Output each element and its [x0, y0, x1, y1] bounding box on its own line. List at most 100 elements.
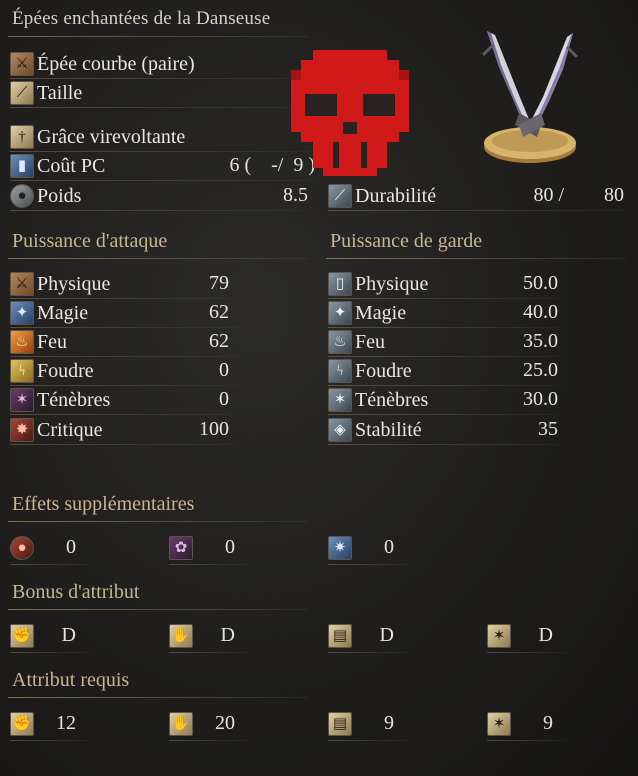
guard-row: ✶ Ténèbres 30.0	[328, 386, 560, 415]
guard-heading: Puissance de garde	[330, 230, 483, 252]
dexterity-icon: ✋	[169, 624, 193, 648]
attack-value: 62	[209, 330, 229, 352]
weapon-image	[481, 31, 579, 163]
effect-cell: ✿ 0	[169, 533, 249, 565]
slash-icon: ⟋	[10, 81, 34, 105]
guard-value: 35	[538, 418, 558, 440]
guard-divider	[326, 258, 626, 259]
requirement-cell: ▤ 9	[328, 709, 408, 741]
effects-divider	[8, 521, 308, 522]
attack-power-heading: Puissance d'attaque	[12, 230, 168, 252]
guard-value: 35.0	[523, 330, 558, 352]
intelligence-icon: ▤	[328, 712, 352, 736]
weight-row: ● Poids 8.5	[10, 182, 308, 211]
guard-label: Stabilité	[355, 418, 422, 441]
guard-row: ♨ Feu 35.0	[328, 328, 560, 357]
guard-row: ◈ Stabilité 35	[328, 416, 560, 445]
faith-icon: ✶	[487, 712, 511, 736]
strength-icon: ✊	[10, 712, 34, 736]
attack-label: Magie	[37, 301, 89, 324]
lightning-guard-icon: ϟ	[328, 359, 352, 383]
guard-label: Foudre	[355, 359, 412, 382]
attack-type-label: Taille	[37, 81, 83, 104]
scaling-cell: ▤ D	[328, 621, 408, 653]
attack-label: Foudre	[37, 359, 94, 382]
requirement-value: 20	[215, 712, 235, 734]
physical-guard-icon: ▯	[328, 272, 352, 296]
attack-value: 0	[219, 388, 229, 410]
skill-row: † Grâce virevoltante	[10, 123, 310, 152]
effect-value: 0	[384, 536, 394, 558]
durability-max: 80	[604, 184, 624, 206]
effect-value: 0	[66, 536, 76, 558]
weight-label: Poids	[37, 184, 82, 207]
poison-icon: ✿	[169, 536, 193, 560]
weight-value: 8.5	[283, 184, 308, 206]
magic-guard-icon: ✦	[328, 301, 352, 325]
fp-cost-label: Coût PC	[37, 154, 106, 177]
weight-icon: ●	[10, 184, 34, 208]
attack-row: ♨ Feu 62	[10, 328, 238, 357]
requirement-value: 9	[384, 712, 394, 734]
attack-value: 79	[209, 272, 229, 294]
weapon-type-label: Épée courbe (paire)	[37, 52, 195, 75]
guard-row: ▯ Physique 50.0	[328, 270, 560, 299]
requirements-divider	[8, 697, 308, 698]
scaling-value: D	[538, 624, 553, 646]
physical-attack-icon: ⚔	[10, 272, 34, 296]
skill-icon: †	[10, 125, 34, 149]
scaling-cell: ✊ D	[10, 621, 90, 653]
scaling-value: D	[379, 624, 394, 646]
guard-label: Ténèbres	[355, 388, 429, 411]
dark-attack-icon: ✶	[10, 388, 34, 412]
effect-value: 0	[225, 536, 235, 558]
attack-power-divider	[8, 258, 308, 259]
requirement-cell: ✊ 12	[10, 709, 90, 741]
guard-label: Magie	[355, 301, 407, 324]
guard-row: ϟ Foudre 25.0	[328, 357, 560, 386]
magic-attack-icon: ✦	[10, 301, 34, 325]
fp-icon: ▮	[10, 154, 34, 178]
fire-guard-icon: ♨	[328, 330, 352, 354]
effects-heading: Effets supplémentaires	[12, 493, 195, 515]
fire-attack-icon: ♨	[10, 330, 34, 354]
faith-icon: ✶	[487, 624, 511, 648]
attack-value: 0	[219, 359, 229, 381]
dark-guard-icon: ✶	[328, 388, 352, 412]
attack-label: Feu	[37, 330, 67, 353]
weapon-type-icon: ⚔	[10, 52, 34, 76]
scaling-divider	[8, 609, 308, 610]
attack-value: 100	[199, 418, 229, 440]
effect-cell: ✷ 0	[328, 533, 408, 565]
effect-cell: ● 0	[10, 533, 90, 565]
attack-value: 62	[209, 301, 229, 323]
scaling-cell: ✋ D	[169, 621, 249, 653]
title-divider	[8, 36, 308, 37]
attack-row: ⚔ Physique 79	[10, 270, 238, 299]
skill-label: Grâce virevoltante	[37, 125, 186, 148]
requirement-value: 12	[56, 712, 76, 734]
critical-icon: ✸	[10, 418, 34, 442]
requirement-cell: ✶ 9	[487, 709, 567, 741]
fp-cost-row: ▮ Coût PC 6 ( -/ 9 )	[10, 152, 315, 181]
durability-row: ⟋ Durabilité 80 / 80	[328, 182, 626, 211]
attack-label: Critique	[37, 418, 103, 441]
attack-type-row: ⟋ Taille	[10, 79, 310, 108]
durability-icon: ⟋	[328, 184, 352, 208]
durability-current: 80 /	[533, 184, 564, 206]
intelligence-icon: ▤	[328, 624, 352, 648]
requirement-value: 9	[543, 712, 553, 734]
requirement-cell: ✋ 20	[169, 709, 249, 741]
attack-row: ✶ Ténèbres 0	[10, 386, 238, 415]
attack-row: ✸ Critique 100	[10, 416, 238, 445]
guard-value: 50.0	[523, 272, 558, 294]
guard-label: Feu	[355, 330, 385, 353]
durability-label: Durabilité	[355, 184, 437, 207]
stability-icon: ◈	[328, 418, 352, 442]
item-name: Épées enchantées de la Danseuse	[12, 8, 271, 29]
guard-value: 40.0	[523, 301, 558, 323]
frost-icon: ✷	[328, 536, 352, 560]
skull-icon	[291, 50, 409, 176]
guard-value: 25.0	[523, 359, 558, 381]
scaling-value: D	[220, 624, 235, 646]
